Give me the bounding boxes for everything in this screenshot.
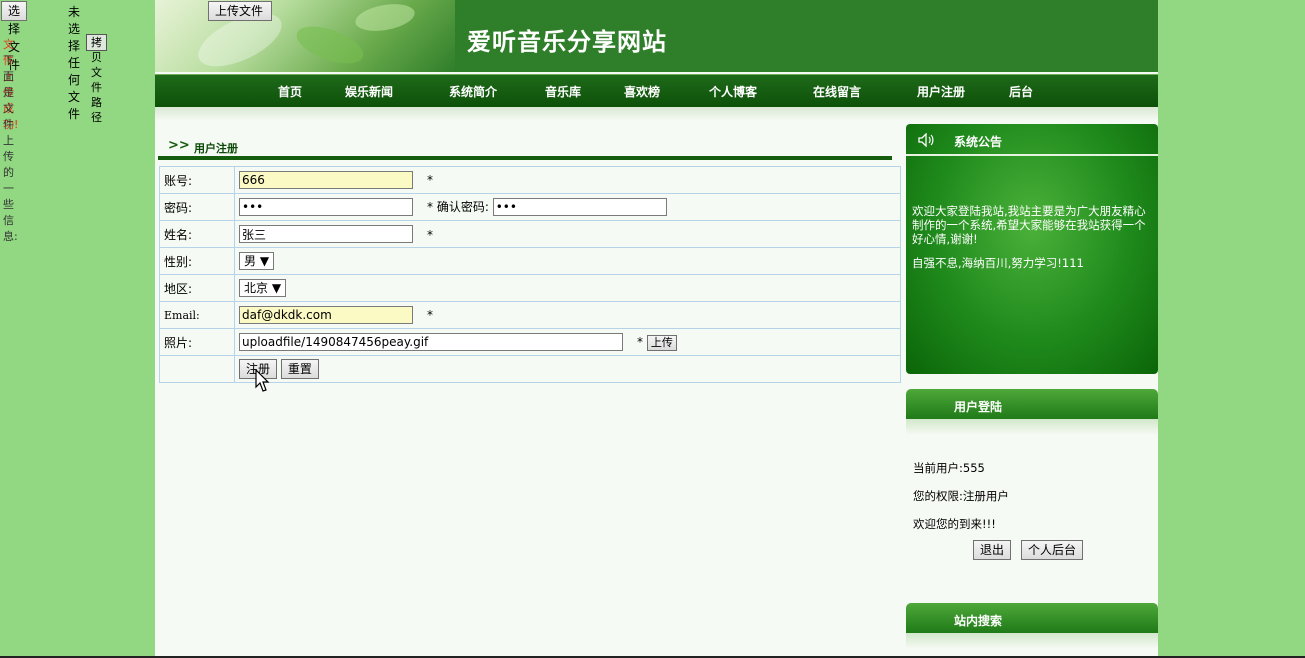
header-leaf-image [155, 0, 455, 72]
account-label: 账号: [159, 166, 235, 194]
required-star: * [427, 227, 433, 242]
main-nav: 首页 娱乐新闻 系统简介 音乐库 喜欢榜 个人博客 在线留言 用户注册 后台 [155, 74, 1158, 107]
nav-favorites[interactable]: 喜欢榜 [624, 83, 660, 100]
notice-title: 系统公告 [954, 135, 1003, 149]
notice-text: 欢迎大家登陆我站,我站主要是为广大朋友精心制作的一个系统,希望大家能够在我站获得… [912, 204, 1146, 246]
site-title: 爱听音乐分享网站 [467, 27, 667, 56]
search-panel-title: 站内搜索 [954, 614, 1003, 628]
notice-panel: 系统公告 欢迎大家登陆我站,我站主要是为广大朋友精心制作的一个系统,希望大家能够… [906, 124, 1158, 374]
upload-file-button[interactable]: 上传文件 [208, 1, 272, 21]
choose-file-button[interactable]: 选择文件 [1, 1, 28, 72]
nav-intro[interactable]: 系统简介 [449, 83, 497, 100]
welcome-text: 欢迎您的到来!!! [913, 517, 996, 531]
form-row-photo: 照片: * 上传 [159, 328, 901, 356]
name-input[interactable] [239, 225, 413, 243]
section-title: 用户注册 [194, 142, 238, 155]
form-row-password: 密码: * 确认密码: [159, 193, 901, 221]
chevron-icon: >> [168, 138, 190, 153]
required-star: * [427, 173, 433, 187]
nav-admin[interactable]: 后台 [1009, 83, 1033, 100]
section-title-bar: >> 用户注册 [158, 134, 892, 160]
site-header: 爱听音乐分享网站 [155, 0, 1158, 72]
login-panel-title: 用户登陆 [954, 400, 1003, 414]
mouse-cursor-icon [255, 369, 270, 392]
nav-register[interactable]: 用户注册 [917, 83, 965, 100]
nav-blog[interactable]: 个人博客 [709, 83, 757, 100]
required-star: * [427, 308, 433, 322]
form-row-region: 地区: 北京 ▼ [159, 274, 901, 302]
account-input[interactable] [239, 171, 413, 189]
upload-photo-button[interactable]: 上传 [646, 334, 677, 351]
email-label: Email: [159, 301, 235, 329]
name-label: 姓名: [159, 220, 235, 248]
no-file-text: 未选择任何文件 [68, 5, 81, 121]
photo-path-input[interactable] [239, 333, 623, 351]
notice-motto: 自强不息,海纳百川,努力学习!111 [912, 256, 1084, 270]
nav-shadow [155, 107, 1158, 121]
page-container: 爱听音乐分享网站 首页 娱乐新闻 系统简介 音乐库 喜欢榜 个人博客 在线留言 … [155, 0, 1158, 658]
email-input[interactable] [239, 306, 413, 324]
nav-music-library[interactable]: 音乐库 [545, 83, 581, 100]
search-panel-header: 站内搜索 [906, 603, 1158, 633]
reset-button[interactable]: 重置 [280, 359, 319, 379]
region-value: 北京 [244, 281, 269, 295]
form-row-gender: 性别: 男 ▼ [159, 247, 901, 275]
form-row-name: 姓名: * [159, 220, 901, 248]
dropdown-arrow-icon: ▼ [271, 281, 282, 295]
required-star: * [637, 335, 643, 349]
photo-label: 照片: [159, 328, 235, 356]
upload-info-text: 下面是文件上传的一些信息: [3, 54, 18, 243]
confirm-password-input[interactable] [492, 198, 667, 216]
register-form: 账号: * 密码: * 确认密码: 姓名: * 性别: 男 ▼ 地区: 北京 ▼… [159, 166, 901, 383]
speaker-icon [918, 133, 934, 147]
gender-label: 性别: [159, 247, 235, 275]
confirm-password-label: * 确认密码: [427, 200, 489, 214]
form-row-account: 账号: * [159, 166, 901, 194]
password-input[interactable] [239, 198, 413, 216]
copy-path-button[interactable]: 拷贝文件路径 [86, 34, 107, 124]
region-label: 地区: [159, 274, 235, 302]
login-panel-header: 用户登陆 [906, 389, 1158, 419]
form-row-email: Email: * [159, 301, 901, 329]
gender-select[interactable]: 男 ▼ [239, 252, 275, 270]
notice-header: 系统公告 [906, 124, 1158, 156]
nav-news[interactable]: 娱乐新闻 [345, 83, 393, 100]
password-label: 密码: [159, 193, 235, 221]
personal-admin-button[interactable]: 个人后台 [1021, 540, 1084, 560]
nav-guestbook[interactable]: 在线留言 [813, 83, 861, 100]
region-select[interactable]: 北京 ▼ [239, 279, 287, 297]
current-user: 当前用户:555 [913, 461, 985, 475]
dropdown-arrow-icon: ▼ [259, 254, 270, 268]
user-role: 您的权限:注册用户 [913, 489, 1009, 503]
nav-home[interactable]: 首页 [278, 83, 302, 100]
gender-value: 男 [244, 254, 257, 268]
logout-button[interactable]: 退出 [973, 540, 1012, 560]
